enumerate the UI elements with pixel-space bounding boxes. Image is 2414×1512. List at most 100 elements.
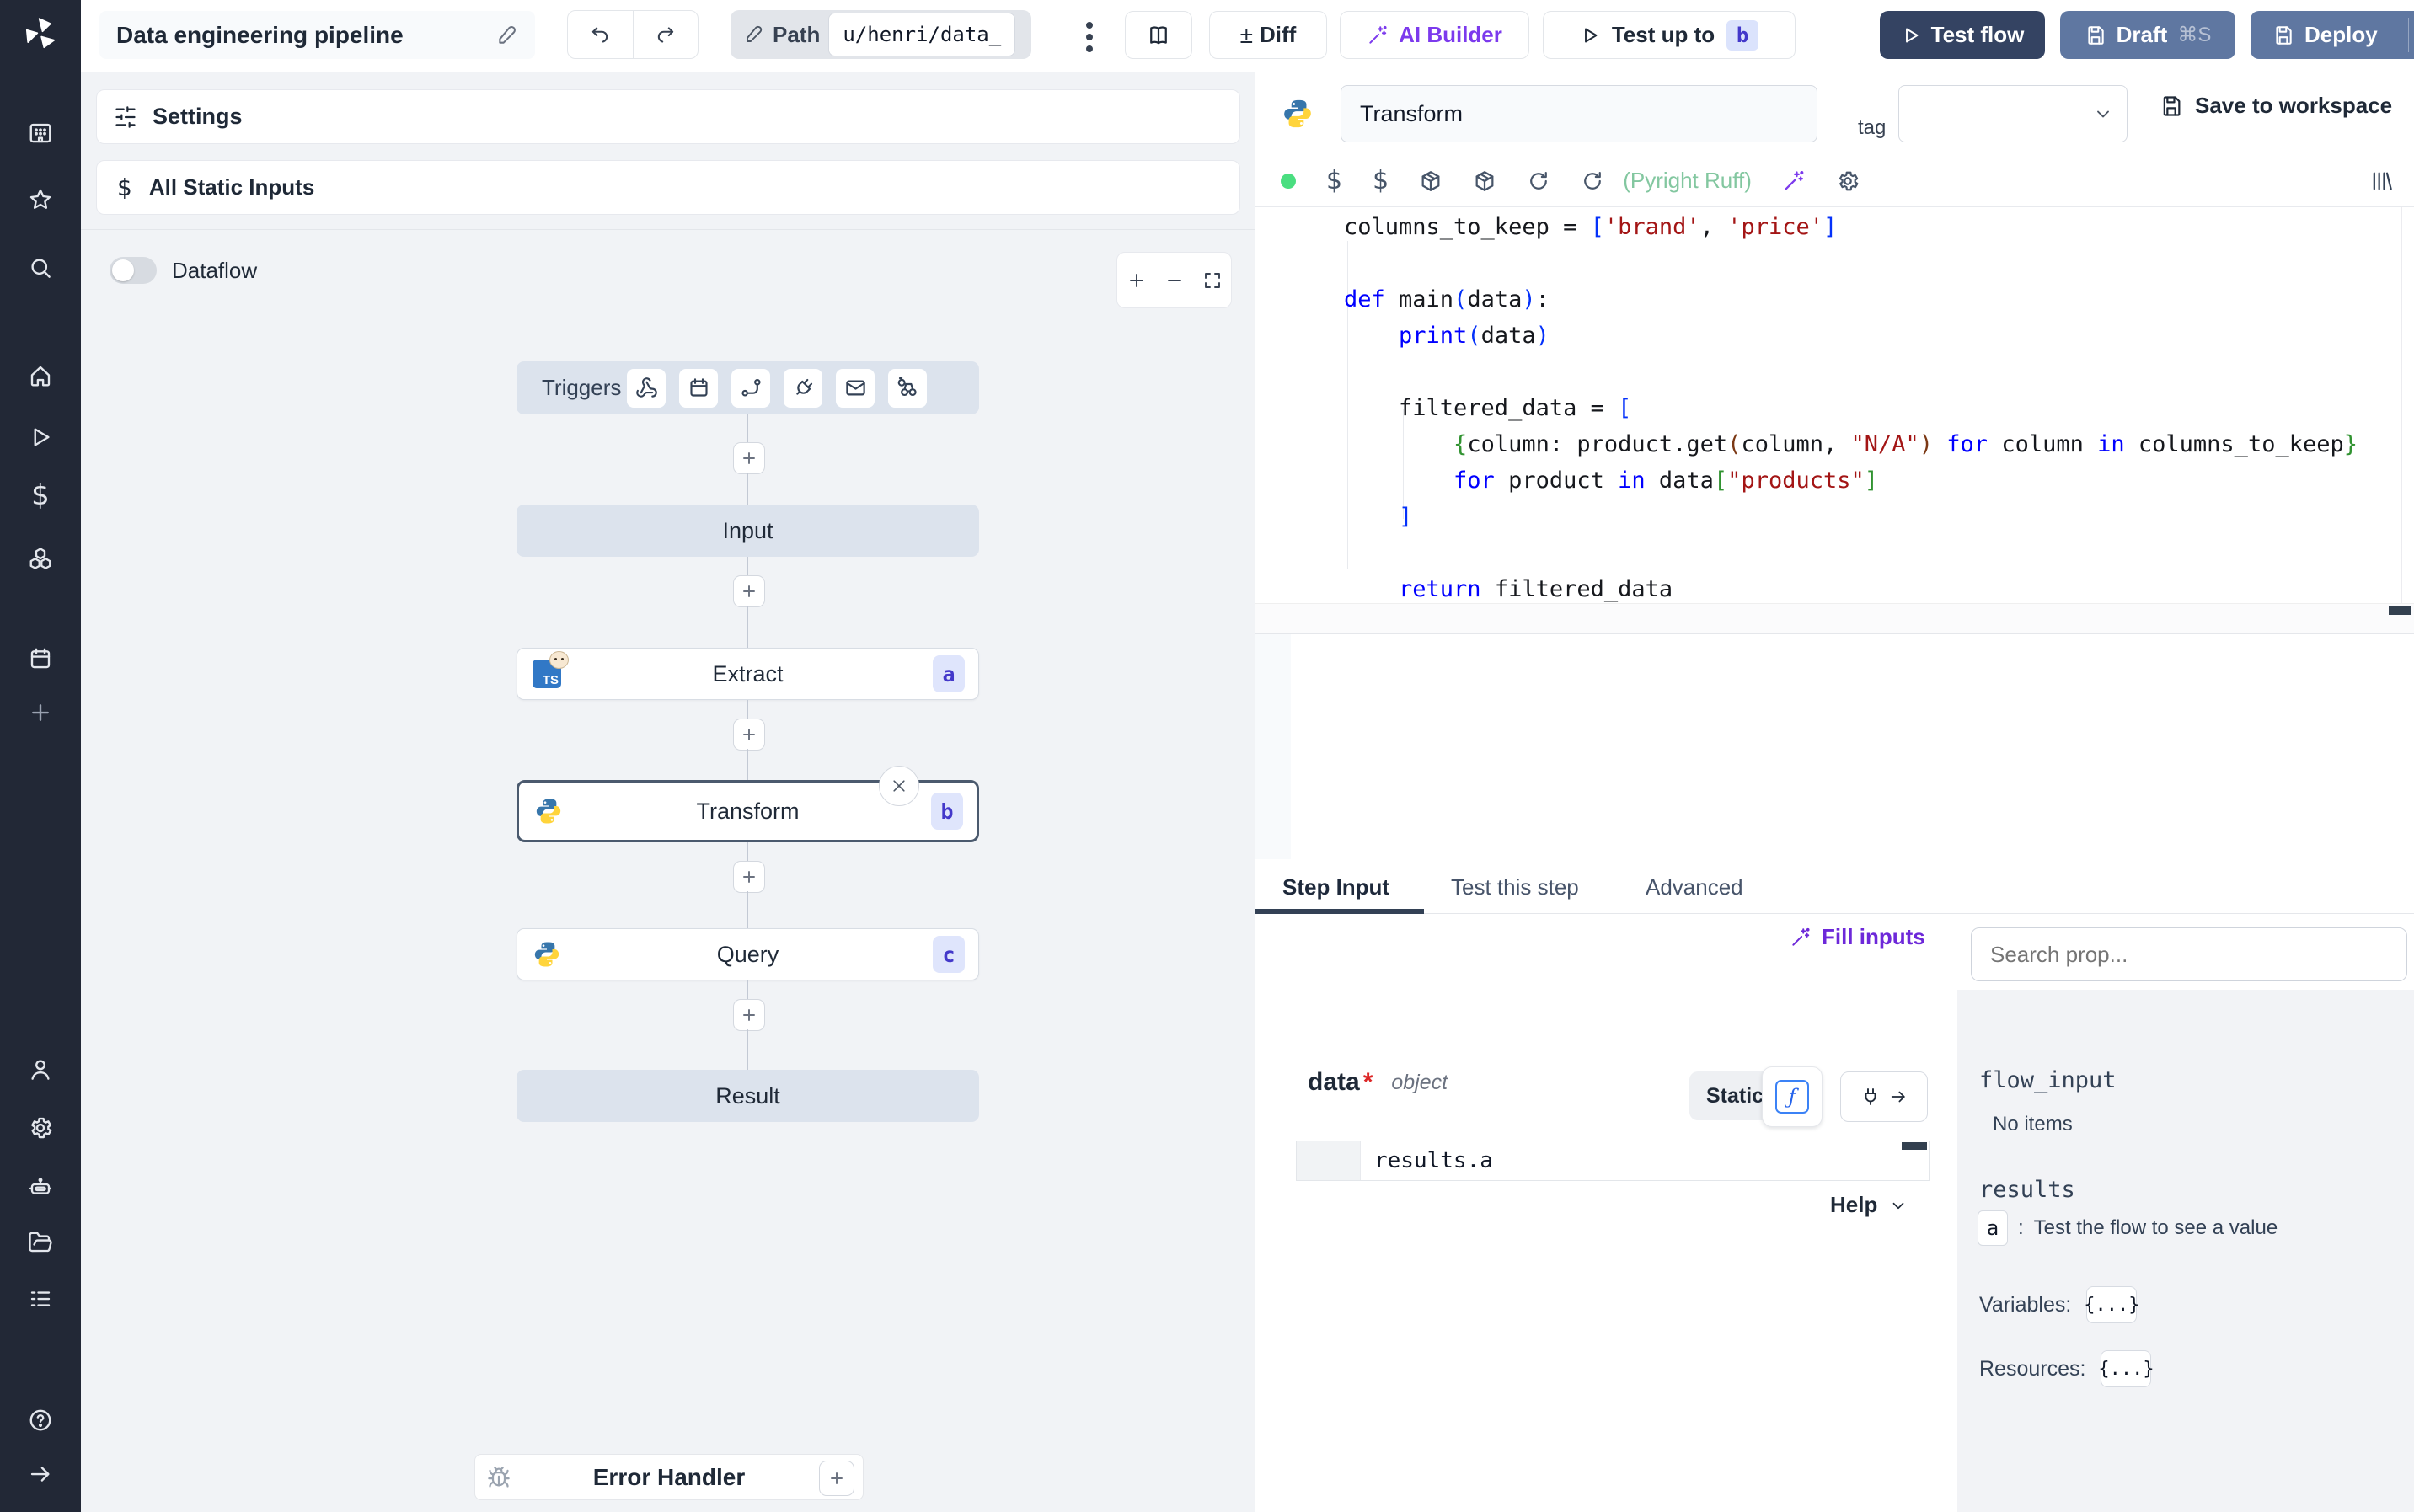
javascript-expr-mode-button[interactable]: ƒ: [1762, 1066, 1823, 1127]
service-logs-list-icon[interactable]: [20, 1279, 61, 1319]
edit-title-pencil-icon[interactable]: [496, 24, 518, 46]
edge-line: [747, 557, 748, 575]
tab-test-this-step[interactable]: Test this step: [1451, 874, 1579, 900]
result-a-row[interactable]: a : Test the flow to see a value: [1978, 1210, 2278, 1246]
email-trigger-icon[interactable]: [836, 368, 875, 408]
variables-dollar-icon[interactable]: $: [20, 475, 61, 516]
lint-status-label: (Pyright Ruff): [1623, 168, 1752, 193]
editor-hscrollbar[interactable]: [1255, 603, 2414, 634]
input-node[interactable]: Input: [517, 505, 979, 557]
add-step-button[interactable]: [733, 442, 765, 474]
code-content[interactable]: columns_to_keep = ['brand', 'price'] def …: [1344, 209, 2358, 603]
package-icon[interactable]: [1419, 169, 1443, 193]
poll-watch-trigger-icon[interactable]: [888, 368, 927, 408]
schedule-calendar-trigger-icon[interactable]: [679, 368, 718, 408]
help-icon[interactable]: [20, 1400, 61, 1440]
code-editor[interactable]: columns_to_keep = ['brand', 'price'] def …: [1255, 207, 2414, 603]
folders-icon[interactable]: [20, 1222, 61, 1263]
hscrollbar-thumb[interactable]: [2389, 606, 2411, 615]
add-step-button[interactable]: [733, 861, 765, 893]
library-panel-icon[interactable]: [2369, 169, 2393, 193]
resources-expand-chip[interactable]: {...}: [2098, 1350, 2154, 1387]
add-plus-icon[interactable]: [20, 692, 61, 733]
reload-icon[interactable]: [1581, 169, 1604, 193]
dollar-vars-icon[interactable]: $: [1326, 166, 1342, 195]
fill-inputs-button[interactable]: Fill inputs: [1790, 924, 1925, 950]
add-step-button[interactable]: [733, 575, 765, 607]
workers-robot-icon[interactable]: [20, 1167, 61, 1207]
path-value-input[interactable]: u/henri/data_: [828, 13, 1016, 56]
all-static-inputs-row[interactable]: $ All Static Inputs: [96, 160, 1240, 215]
expr-editor[interactable]: results.a: [1296, 1141, 1930, 1181]
step-name-input[interactable]: [1341, 85, 1817, 142]
triggers-node[interactable]: Triggers: [517, 361, 979, 414]
diff-button[interactable]: ± Diff: [1209, 11, 1327, 59]
add-step-button[interactable]: [733, 999, 765, 1031]
topbar: Data engineering pipeline Path u/henri/d…: [81, 0, 2414, 73]
error-handler-node[interactable]: Error Handler: [474, 1454, 864, 1500]
websocket-plug-trigger-icon[interactable]: [784, 368, 822, 408]
expr-editor-gutter: [1297, 1141, 1361, 1180]
result-node[interactable]: Result: [517, 1070, 979, 1122]
no-items-label: No items: [1993, 1113, 2073, 1135]
package-icon[interactable]: [1473, 169, 1496, 193]
reload-icon[interactable]: [1527, 169, 1550, 193]
user-icon[interactable]: [20, 1050, 61, 1090]
edge-line: [747, 473, 748, 505]
extract-node[interactable]: TS Extract a: [517, 648, 979, 700]
fit-view-icon[interactable]: [1202, 270, 1223, 291]
step-id-badge: b: [931, 793, 963, 830]
deploy-button[interactable]: Deploy: [2251, 11, 2414, 59]
gear-icon[interactable]: [1836, 169, 1860, 193]
schedules-calendar-icon[interactable]: [20, 638, 61, 679]
expand-arrow-icon[interactable]: [20, 1454, 61, 1494]
add-error-handler-button[interactable]: [819, 1461, 854, 1496]
zoom-in-icon[interactable]: [1127, 270, 1147, 291]
runs-play-icon[interactable]: [20, 417, 61, 457]
workspace-grid-icon[interactable]: [20, 113, 61, 153]
flow-settings-row[interactable]: Settings: [96, 89, 1240, 144]
http-route-trigger-icon[interactable]: [731, 368, 770, 408]
draft-button[interactable]: Draft ⌘S: [2060, 11, 2235, 59]
test-flow-button[interactable]: Test flow: [1880, 11, 2045, 59]
connect-input-button[interactable]: [1840, 1071, 1928, 1122]
more-options-kebab-icon[interactable]: [1084, 20, 1095, 54]
step-input-panel: Fill inputs data * object Static ƒ resul…: [1255, 914, 1956, 1512]
variables-expand-chip[interactable]: {...}: [2084, 1286, 2139, 1323]
delete-step-close-button[interactable]: [879, 766, 919, 806]
favorites-star-icon[interactable]: [20, 179, 61, 220]
docs-book-button[interactable]: [1125, 11, 1192, 59]
tab-step-input[interactable]: Step Input: [1282, 874, 1389, 900]
dollar-vars-icon[interactable]: $: [1373, 166, 1389, 195]
search-icon[interactable]: [20, 248, 61, 288]
webhook-trigger-icon[interactable]: [627, 368, 666, 408]
expr-value[interactable]: results.a: [1374, 1148, 1493, 1173]
search-prop-input[interactable]: [1971, 927, 2407, 981]
test-flow-label: Test flow: [1930, 22, 2025, 47]
save-to-workspace-button[interactable]: Save to workspace: [2160, 93, 2392, 119]
resources-cubes-icon[interactable]: [20, 538, 61, 579]
flow-input-group-label[interactable]: flow_input: [1979, 1067, 2117, 1093]
settings-gear-icon[interactable]: [20, 1108, 61, 1148]
tab-advanced[interactable]: Advanced: [1646, 874, 1743, 900]
edge-line: [747, 891, 748, 928]
windmill-logo-icon[interactable]: [20, 13, 61, 54]
path-chip[interactable]: Path u/henri/data_: [731, 10, 1031, 59]
static-mode-toggle[interactable]: Static ƒ: [1689, 1066, 1823, 1127]
home-icon[interactable]: [20, 355, 61, 396]
zoom-out-icon[interactable]: [1164, 270, 1185, 291]
result-key-chip[interactable]: a: [1978, 1210, 2008, 1246]
help-dropdown[interactable]: Help: [1830, 1192, 1908, 1218]
ai-builder-button[interactable]: AI Builder: [1340, 11, 1529, 59]
magic-wand-icon[interactable]: [1782, 169, 1806, 193]
tag-select[interactable]: [1898, 85, 2128, 142]
add-step-button[interactable]: [733, 719, 765, 751]
redo-button[interactable]: [634, 11, 699, 58]
dataflow-toggle[interactable]: [110, 257, 157, 284]
undo-button[interactable]: [568, 11, 633, 58]
bottom-tabbar: Step Input Test this step Advanced: [1255, 859, 2414, 914]
test-up-to-button[interactable]: Test up to b: [1543, 11, 1796, 59]
results-group-label[interactable]: results: [1979, 1177, 2075, 1203]
expr-hscrollbar-thumb[interactable]: [1902, 1142, 1927, 1150]
query-node[interactable]: Query c: [517, 928, 979, 980]
